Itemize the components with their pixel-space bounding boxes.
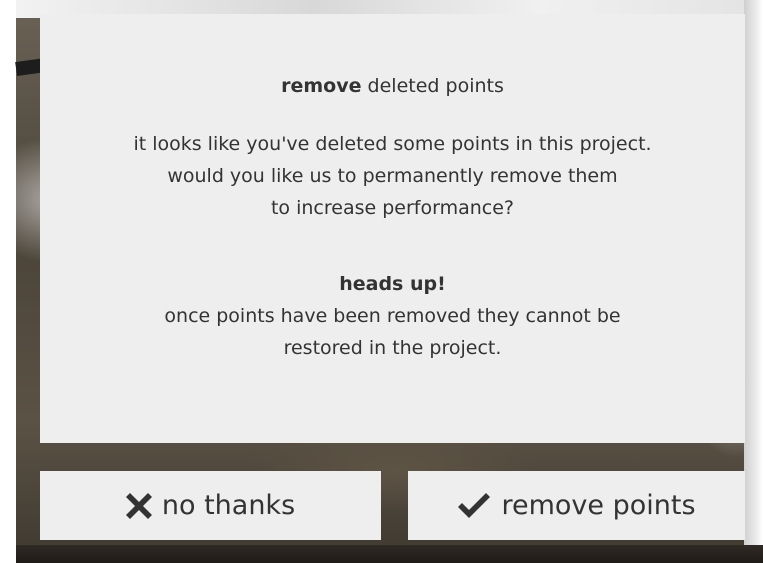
warning-line: restored in the project. [283,337,502,359]
no-thanks-label: no thanks [161,490,296,521]
no-thanks-button[interactable]: no thanks [40,471,381,540]
checkmark-icon [457,492,491,520]
remove-points-button[interactable]: remove points [408,471,745,540]
warning-title: heads up! [339,273,446,295]
background-right-edge [744,0,763,563]
screen: remove deleted points it looks like you'… [0,0,763,563]
background-bottom-edge [16,545,763,563]
remove-points-label: remove points [501,490,696,521]
dialog-body: it looks like you've deleted some points… [40,128,745,224]
dialog-title-bold: remove [281,75,362,97]
remove-points-dialog: remove deleted points it looks like you'… [40,14,745,443]
dialog-body-line: would you like us to permanently remove … [167,165,618,187]
close-x-icon [125,492,152,519]
dialog-body-line: it looks like you've deleted some points… [133,133,652,155]
dialog-warning: heads up! once points have been removed … [40,268,745,364]
dialog-title-rest: deleted points [361,75,504,97]
warning-line: once points have been removed they canno… [164,305,621,327]
dialog-body-line: to increase performance? [270,197,514,219]
dialog-title: remove deleted points [40,70,745,102]
